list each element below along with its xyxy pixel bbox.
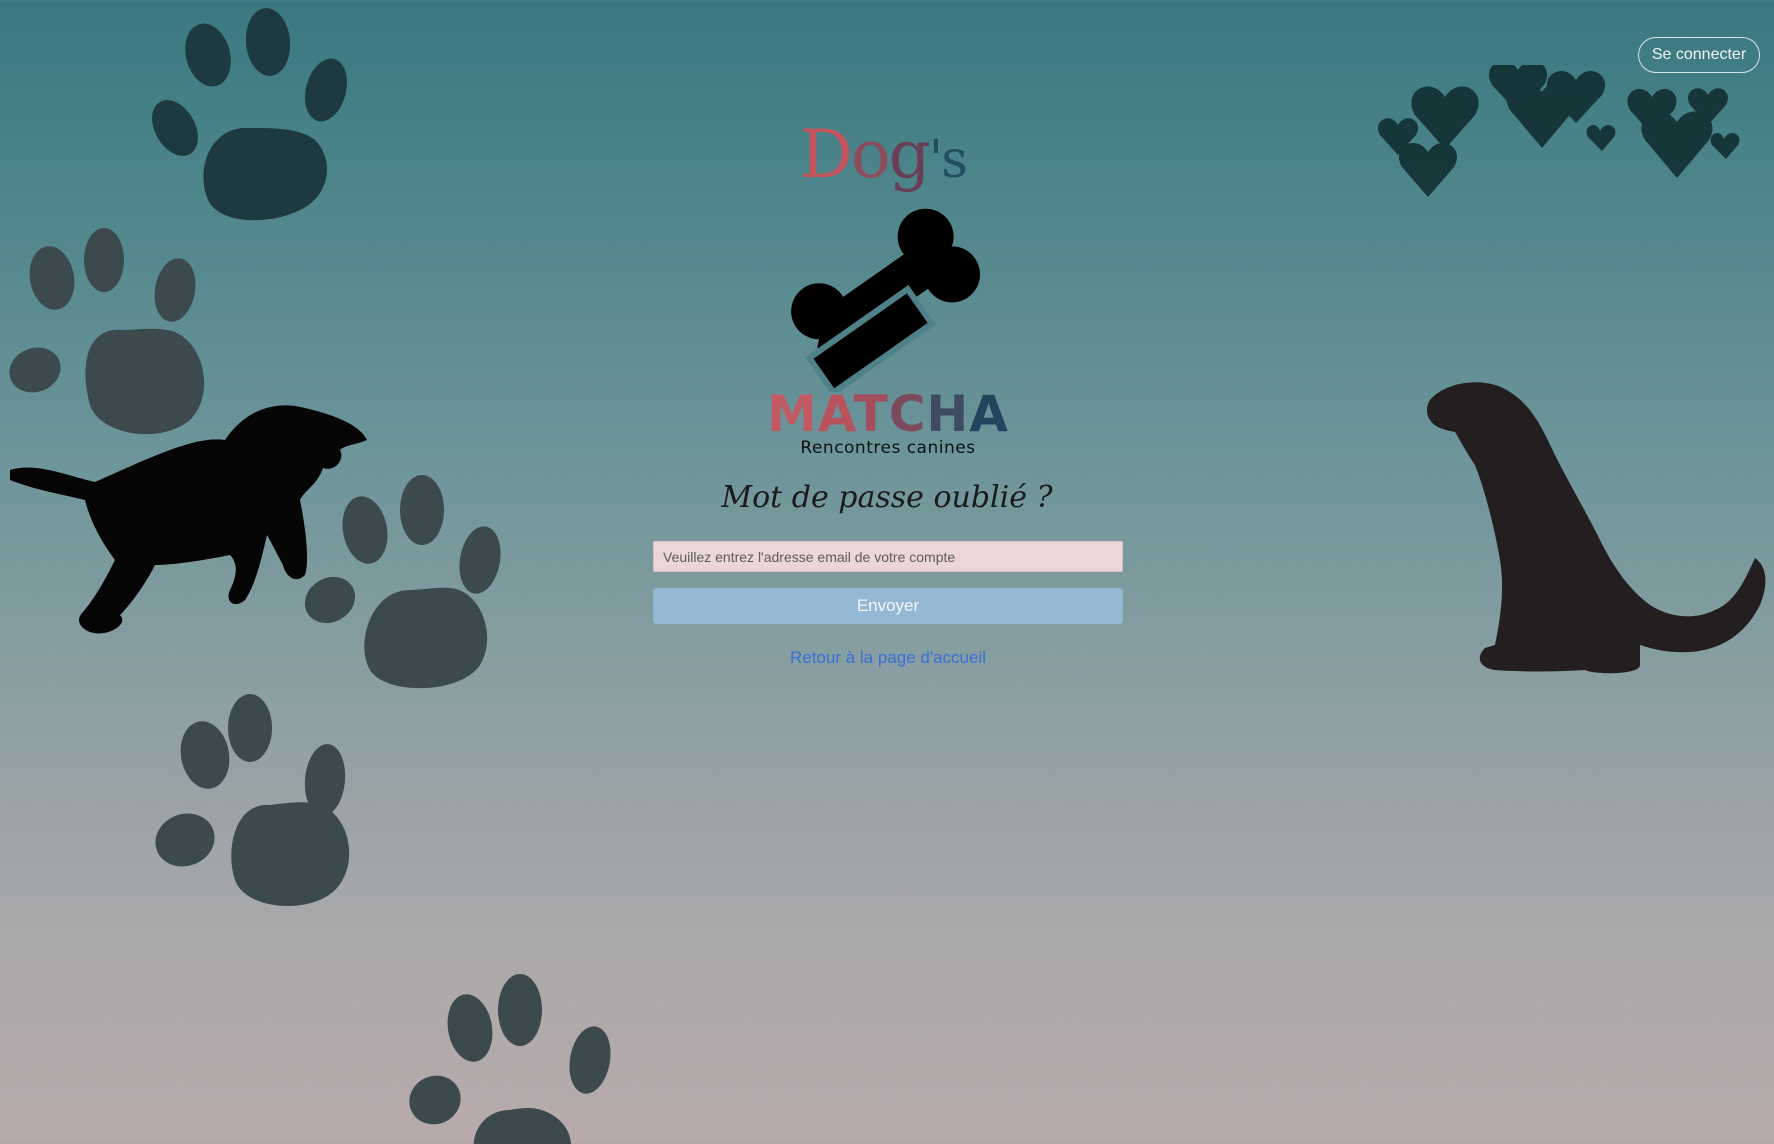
brand-tagline: Rencontres canines (800, 438, 976, 458)
paw-print-icon (152, 8, 348, 221)
brand-letter: M (767, 385, 818, 443)
sitting-dog-silhouette (1426, 382, 1766, 674)
brand-letter: H (926, 385, 970, 443)
brand-letter: 's (928, 130, 968, 190)
send-button[interactable]: Envoyer (653, 588, 1123, 624)
paw-print-icon (409, 974, 611, 1144)
back-home-link[interactable]: Retour à la page d'accueil (653, 648, 1123, 668)
brand-dogs-logo: Dog's (800, 115, 968, 195)
brand-matcha-wordmark: MATCHA (748, 388, 1028, 440)
walking-dog-silhouette (10, 405, 367, 634)
page-title: Mot de passe oublié ? (721, 480, 1053, 515)
brand-letter: A (817, 385, 854, 443)
brand-letter: o (850, 116, 891, 193)
brand-letter: A (969, 385, 1009, 443)
hearts-decoration (1377, 65, 1740, 197)
bone-logo-icon (791, 208, 981, 392)
paw-print-icon (155, 694, 350, 907)
brand-letter: C (888, 385, 927, 443)
email-field[interactable] (653, 541, 1123, 572)
brand-letter: D (800, 116, 853, 193)
brand-letter: g (888, 116, 931, 193)
login-button[interactable]: Se connecter (1638, 37, 1760, 73)
brand-letter: T (853, 385, 889, 443)
